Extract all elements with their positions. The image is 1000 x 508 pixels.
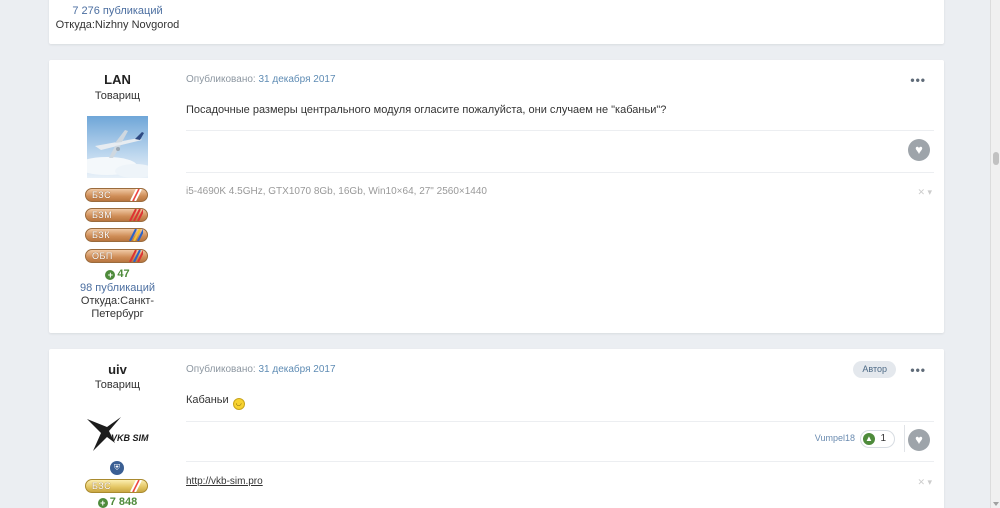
badge-label: БЗК: [92, 230, 110, 240]
location-text: Откуда:Nizhny Novgorod: [55, 19, 180, 31]
heart-icon: ♥: [915, 142, 923, 157]
author-badge: Автор: [853, 361, 896, 378]
badge-label: БЗМ: [92, 210, 113, 220]
reputation-value: 7 848: [109, 496, 138, 508]
location-line: Петербург: [91, 308, 144, 320]
reputation-count: +47: [49, 268, 186, 280]
post-content: Кабаньи ◡: [186, 394, 245, 410]
heart-icon: ♥: [915, 432, 923, 447]
location-text: Откуда:Санкт- Петербург: [49, 295, 186, 321]
post-text: Кабаньи: [186, 394, 229, 406]
publications-count[interactable]: 7 276 публикаций: [49, 5, 186, 17]
divider: [186, 172, 934, 173]
moderator-shield-icon: ⛨: [110, 461, 124, 475]
badge-stripes-icon: [130, 480, 142, 492]
divider: [186, 421, 934, 422]
badge-label: БЗС: [92, 190, 112, 200]
plus-icon: +: [105, 270, 116, 280]
reaction-count: 1: [880, 433, 886, 444]
post-uiv: uiv Товарищ VKB SIM ⛨ БЗС +7 848 Опублик…: [49, 349, 944, 508]
hide-signature-icon[interactable]: ✕ ▾: [917, 477, 932, 488]
posted-label: Опубликовано:: [186, 74, 256, 85]
page-scrollbar[interactable]: [990, 0, 1000, 508]
post-content: Посадочные размеры центрального модуля о…: [186, 104, 667, 116]
scroll-down-arrow-icon[interactable]: [993, 502, 999, 506]
post-meta: Опубликовано: 31 декабря 2017: [186, 74, 336, 85]
signature: i5-4690K 4.5GHz, GTX1070 8Gb, 16Gb, Win1…: [186, 186, 487, 197]
badge-label: ОБП: [92, 251, 113, 261]
publications-count[interactable]: 98 публикаций: [49, 282, 186, 294]
post-previous: 7 276 публикаций Откуда:Nizhny Novgorod: [49, 0, 944, 44]
post-lan: LAN Товарищ БЗС БЗМ БЗК ОБП + 47 98 публ…: [49, 60, 944, 333]
reactor-name[interactable]: Vumpel18: [815, 433, 855, 443]
username[interactable]: LAN: [49, 72, 186, 87]
posted-label: Опубликовано:: [186, 364, 256, 375]
reaction-count-pill[interactable]: ▲ 1: [860, 430, 895, 448]
award-badge[interactable]: БЗМ: [85, 208, 148, 222]
avatar[interactable]: [87, 116, 148, 178]
forum-page: 7 276 публикаций Откуда:Nizhny Novgorod …: [0, 0, 990, 508]
award-badge[interactable]: БЗК: [85, 228, 148, 242]
more-options-icon[interactable]: •••: [910, 73, 926, 87]
badge-stripes-icon: [129, 209, 143, 221]
reputation-value: 47: [117, 268, 130, 280]
like-heart-button[interactable]: ♥: [908, 139, 930, 161]
upvote-icon: ▲: [863, 433, 875, 445]
vkb-logo-text: VKB SIM: [111, 433, 149, 443]
user-rank: Товарищ: [94, 90, 141, 102]
badge-label: БЗС: [92, 481, 112, 491]
award-badge[interactable]: БЗС: [85, 188, 148, 202]
user-rank: Товарищ: [94, 379, 141, 391]
post-date[interactable]: 31 декабря 2017: [258, 74, 335, 85]
divider: [186, 461, 934, 462]
avatar[interactable]: VKB SIM: [85, 413, 149, 453]
smiley-icon: ◡: [232, 398, 245, 410]
more-options-icon[interactable]: •••: [910, 363, 926, 377]
badge-stripes-icon: [130, 189, 142, 201]
signature-link[interactable]: http://vkb-sim.pro: [186, 476, 263, 487]
plus-icon: +: [97, 498, 108, 508]
badge-stripes-icon: [129, 229, 143, 241]
divider-vertical: [904, 425, 905, 452]
username[interactable]: uiv: [49, 362, 186, 377]
like-heart-button[interactable]: ♥: [908, 429, 930, 451]
scrollbar-thumb[interactable]: [993, 152, 999, 165]
award-badge[interactable]: БЗС: [85, 479, 148, 493]
location-line: Откуда:Санкт-: [80, 295, 155, 307]
reputation-count: +7 848: [49, 496, 186, 508]
post-date[interactable]: 31 декабря 2017: [258, 364, 335, 375]
hide-signature-icon[interactable]: ✕ ▾: [917, 187, 932, 198]
divider: [186, 130, 934, 131]
award-badge[interactable]: ОБП: [85, 249, 148, 263]
post-meta: Опубликовано: 31 декабря 2017: [186, 364, 336, 375]
badge-stripes-icon: [129, 250, 143, 262]
